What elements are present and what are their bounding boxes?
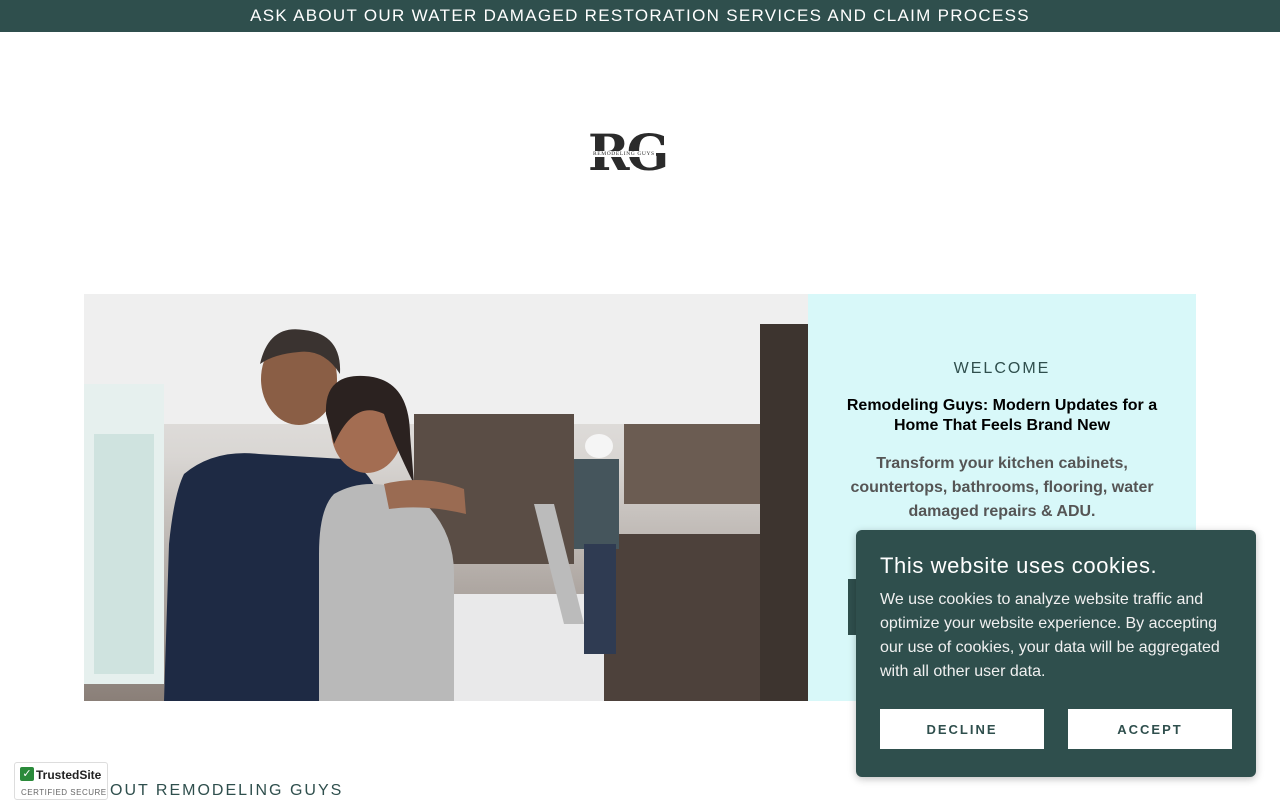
cookie-title: This website uses cookies. [880,553,1158,578]
check-icon: ✓ [20,767,34,781]
hero-photo-illustration [84,294,808,701]
logo-subtitle: REMODELING GUYS [592,151,656,157]
announcement-bar: ASK ABOUT OUR WATER DAMAGED RESTORATION … [0,0,1280,32]
about-section-title: OUT REMODELING GUYS [110,782,344,799]
trustedsite-tagline: CERTIFIED SECURE [21,788,107,797]
decline-button[interactable]: DECLINE [880,709,1044,749]
welcome-body: Transform your kitchen cabinets, counter… [850,455,1154,520]
welcome-title: WELCOME [953,360,1051,377]
hero-image [84,294,808,701]
trustedsite-name: TrustedSite [36,768,102,782]
welcome-heading: Remodeling Guys: Modern Updates for a Ho… [846,397,1158,434]
site-logo[interactable]: RG REMODELING GUYS [588,124,688,182]
cookie-text: We use cookies to analyze website traffi… [880,591,1220,680]
announcement-text: ASK ABOUT OUR WATER DAMAGED RESTORATION … [250,6,1030,25]
cookie-banner: This website uses cookies. We use cookie… [856,530,1256,777]
trustedsite-badge[interactable]: ✓ TrustedSite CERTIFIED SECURE [14,762,108,800]
accept-button[interactable]: ACCEPT [1068,709,1232,749]
